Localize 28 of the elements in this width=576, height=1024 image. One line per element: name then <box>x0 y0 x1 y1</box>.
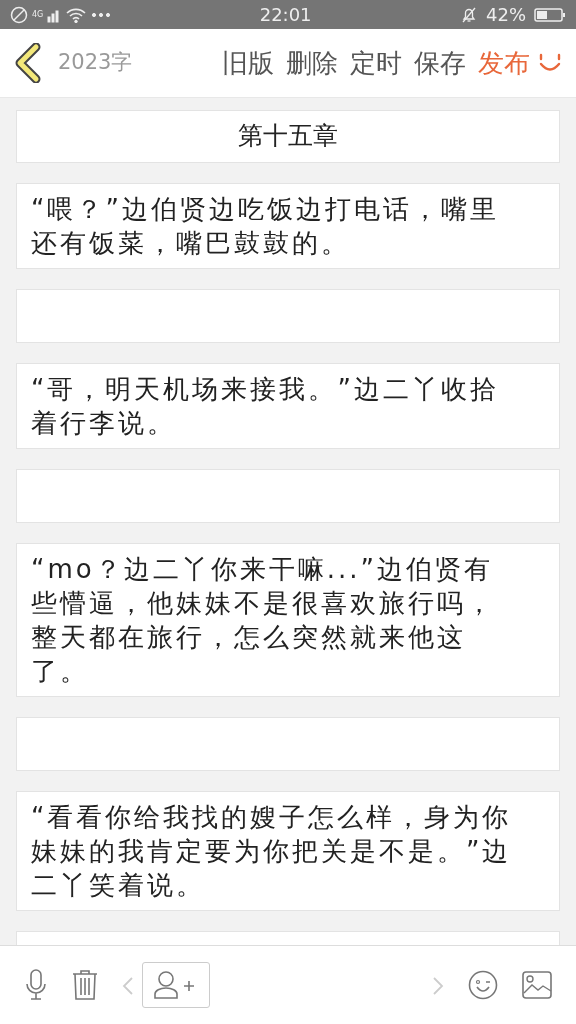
wifi-icon <box>65 6 88 23</box>
network-label: 4G <box>32 8 44 21</box>
battery-icon <box>534 6 566 23</box>
chapter-title-field[interactable]: 第十五章 <box>16 110 560 163</box>
empty-paragraph-field[interactable] <box>16 289 560 343</box>
action-button[interactable]: 保存 <box>410 43 470 83</box>
muted-bell-icon <box>460 5 478 24</box>
add-person-button[interactable] <box>142 962 210 1008</box>
back-button[interactable] <box>14 43 42 83</box>
trash-icon[interactable] <box>72 969 98 1001</box>
more-icon <box>91 11 112 18</box>
action-button[interactable]: 旧版 <box>218 43 278 83</box>
action-button[interactable]: 删除 <box>282 43 342 83</box>
emoji-icon[interactable] <box>468 970 498 1000</box>
battery-percent: 42% <box>486 3 526 27</box>
empty-paragraph-field[interactable] <box>16 717 560 771</box>
action-button[interactable]: 定时 <box>346 43 406 83</box>
image-icon[interactable] <box>522 971 552 999</box>
smile-icon <box>538 52 562 74</box>
microphone-icon[interactable] <box>24 969 48 1001</box>
clock: 22:01 <box>259 3 312 27</box>
blocked-icon <box>10 5 28 24</box>
paragraph-field[interactable]: “哥，明天机场来接我。”边二丫收拾着行李说。 <box>16 363 560 449</box>
paragraph-field[interactable]: “喂？”边伯贤边吃饭边打电话，嘴里还有饭菜，嘴巴鼓鼓的。 <box>16 183 560 269</box>
word-count: 2023字 <box>58 49 133 77</box>
paragraph-field[interactable]: “mo？边二丫你来干嘛...”边伯贤有些懵逼，他妹妹不是很喜欢旅行吗，整天都在旅行，怎么突然就来他这了。 <box>16 543 560 697</box>
empty-paragraph-field[interactable] <box>16 469 560 523</box>
paragraph-field[interactable]: “看看你给我找的嫂子怎么样，身为你妹妹的我肯定要为你把关是不是。”边二丫笑着说。 <box>16 791 560 911</box>
